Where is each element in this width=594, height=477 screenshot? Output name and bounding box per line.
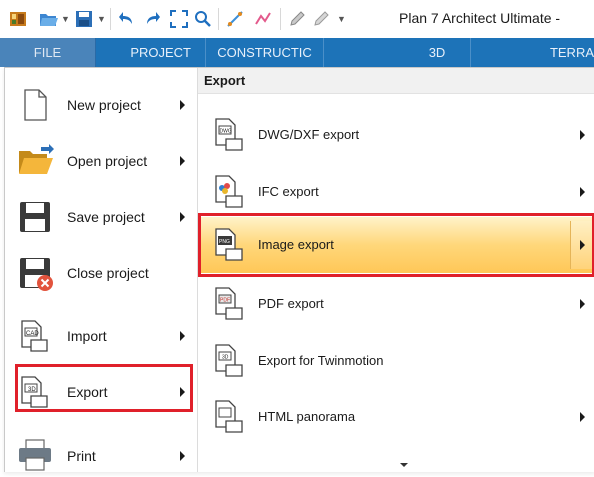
- dwg-export-icon: DWG: [212, 117, 248, 153]
- open-dropdown-arrow-icon[interactable]: ▼: [61, 14, 70, 24]
- image-export-icon: PNG: [212, 227, 248, 263]
- line-tool-icon[interactable]: [252, 8, 274, 30]
- file-menu-commands: New project Open project Save project Cl…: [5, 68, 198, 472]
- submenu-item-label: DWG/DXF export: [258, 127, 360, 142]
- save-icon[interactable]: [73, 8, 95, 30]
- submenu-item-label: HTML panorama: [258, 409, 356, 424]
- tab-3d[interactable]: 3D: [324, 38, 471, 67]
- customize-dropdown-icon[interactable]: ▼: [337, 14, 346, 24]
- svg-text:CAD: CAD: [26, 331, 39, 337]
- zoom-extents-icon[interactable]: [168, 8, 190, 30]
- submenu-expand-button[interactable]: [570, 221, 594, 269]
- submenu-item-ifc-export[interactable]: IFC export: [198, 164, 594, 220]
- new-document-icon: [17, 87, 53, 123]
- menu-item-label: Export: [67, 384, 108, 400]
- menu-item-import[interactable]: CAD Import: [5, 308, 197, 364]
- submenu-arrow-icon: [580, 130, 585, 140]
- menu-item-new-project[interactable]: New project: [5, 77, 197, 133]
- submenu-arrow-icon: [580, 240, 585, 250]
- redo-icon[interactable]: [141, 8, 163, 30]
- menu-item-save-project[interactable]: Save project: [5, 189, 197, 245]
- submenu-item-image-export[interactable]: PNG Image export: [198, 217, 594, 273]
- quick-access-toolbar: ▼ ▼ ▼ Plan 7 Architect Ultimate -: [0, 0, 594, 39]
- submenu-item-label: Export for Twinmotion: [258, 353, 384, 368]
- tab-file[interactable]: FILE: [0, 38, 96, 67]
- menu-item-label: Save project: [67, 209, 145, 225]
- import-icon: CAD: [17, 318, 53, 354]
- ifc-export-icon: [212, 174, 248, 210]
- zoom-icon[interactable]: [192, 8, 214, 30]
- brush-icon[interactable]: [310, 8, 332, 30]
- menu-item-label: Import: [67, 328, 107, 344]
- tab-terrain[interactable]: TERRA: [471, 38, 594, 67]
- submenu-arrow-icon: [580, 412, 585, 422]
- submenu-item-pdf-export[interactable]: PDF PDF export: [198, 276, 594, 332]
- svg-text:3D: 3D: [222, 355, 229, 361]
- menu-item-export[interactable]: 3D Export: [5, 364, 197, 420]
- save-dropdown-arrow-icon[interactable]: ▼: [97, 14, 106, 24]
- app-logo-icon[interactable]: [8, 8, 28, 30]
- ribbon-tab-bar: FILE PROJECT CONSTRUCTIC 3D TERRA: [0, 38, 594, 67]
- menu-item-label: Print: [67, 448, 96, 464]
- file-menu: New project Open project Save project Cl…: [4, 67, 594, 472]
- submenu-arrow-icon: [180, 156, 185, 166]
- submenu-item-export-twinmotion[interactable]: 3D Export for Twinmotion: [198, 333, 594, 389]
- printer-icon: [17, 438, 53, 474]
- submenu-item-html-panorama[interactable]: HTML panorama: [198, 389, 594, 445]
- svg-text:PDF: PDF: [220, 298, 230, 304]
- export-submenu: Export DWG DWG/DXF export IFC export PNG…: [198, 68, 594, 472]
- pencil-icon[interactable]: [286, 8, 308, 30]
- submenu-item-label: Image export: [258, 237, 334, 252]
- undo-icon[interactable]: [116, 8, 138, 30]
- close-project-icon: [17, 255, 53, 291]
- submenu-arrow-icon: [580, 299, 585, 309]
- twinmotion-export-icon: 3D: [212, 343, 248, 379]
- submenu-item-label: PDF export: [258, 296, 324, 311]
- svg-text:PNG: PNG: [219, 239, 230, 245]
- save-disk-icon: [17, 199, 53, 235]
- menu-item-label: Close project: [67, 265, 149, 281]
- submenu-item-label: IFC export: [258, 184, 319, 199]
- menu-item-close-project[interactable]: Close project: [5, 245, 197, 301]
- svg-text:DWG: DWG: [220, 129, 232, 135]
- submenu-arrow-icon: [180, 331, 185, 341]
- tab-project[interactable]: PROJECT: [96, 38, 206, 67]
- window-title: Plan 7 Architect Ultimate -: [399, 10, 561, 26]
- folder-open-icon[interactable]: [38, 8, 60, 30]
- menu-item-label: Open project: [67, 153, 148, 169]
- submenu-arrow-icon: [180, 387, 185, 397]
- menu-item-print[interactable]: Print: [5, 420, 197, 476]
- submenu-item-dwg-dxf-export[interactable]: DWG DWG/DXF export: [198, 107, 594, 163]
- submenu-arrow-icon: [180, 212, 185, 222]
- open-folder-icon: [17, 143, 54, 179]
- submenu-arrow-icon: [180, 100, 185, 110]
- svg-text:3D: 3D: [28, 387, 36, 393]
- export-icon: 3D: [17, 374, 53, 410]
- menu-item-label: New project: [67, 97, 141, 113]
- html-panorama-icon: [212, 399, 248, 435]
- measure-icon[interactable]: [224, 8, 246, 30]
- pdf-export-icon: PDF: [212, 286, 248, 322]
- submenu-arrow-icon: [580, 187, 585, 197]
- submenu-header: Export: [198, 68, 594, 94]
- tab-construction[interactable]: CONSTRUCTIC: [206, 38, 324, 67]
- menu-item-open-project[interactable]: Open project: [5, 133, 197, 189]
- submenu-arrow-icon: [180, 451, 185, 461]
- scroll-down-arrow-icon[interactable]: [400, 463, 408, 467]
